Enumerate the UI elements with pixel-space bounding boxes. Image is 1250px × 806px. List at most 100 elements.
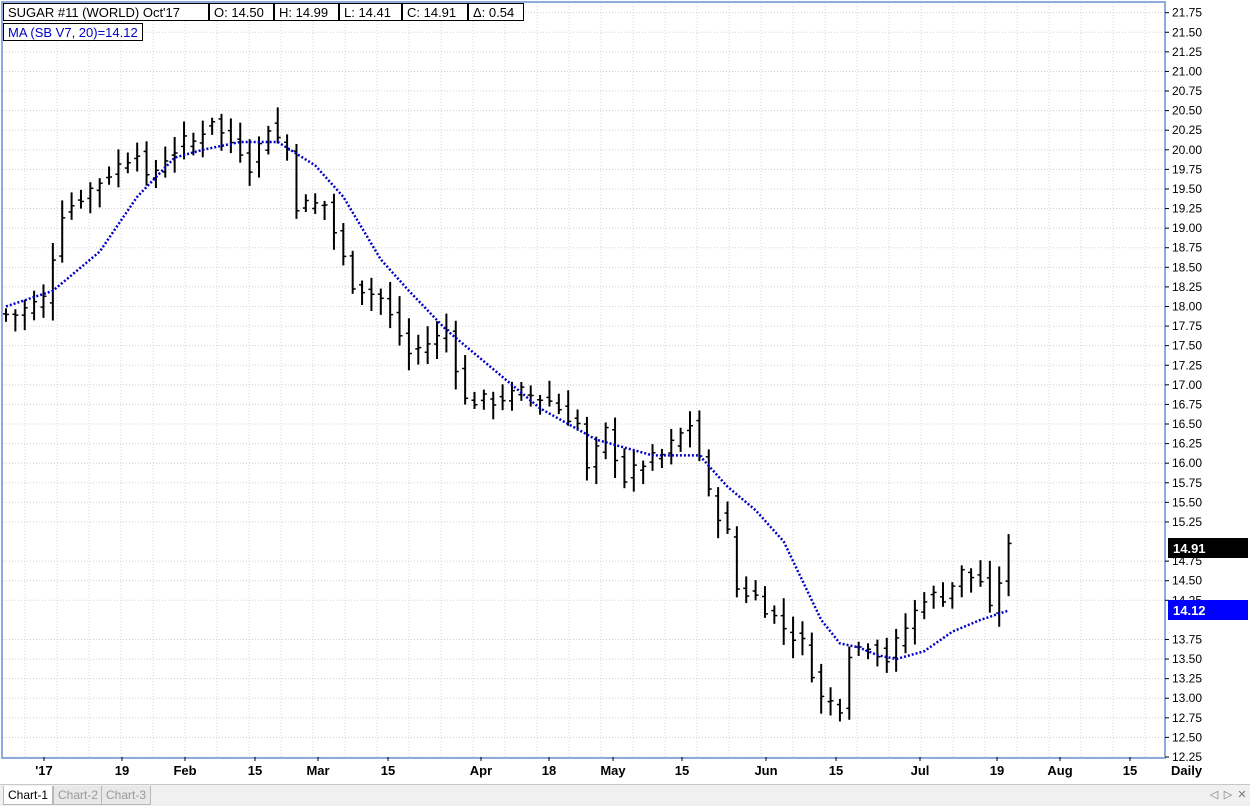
price-tick-label: 19.25 xyxy=(1172,202,1202,216)
change-box: Δ: 0.54 xyxy=(468,3,524,21)
date-tick-label: May xyxy=(600,763,626,778)
price-tick-label: 18.25 xyxy=(1172,280,1202,294)
date-tick-label: Jun xyxy=(754,763,777,778)
date-axis[interactable]: '17 19 Feb 15 Mar 15 Apr 18 May 15 Jun 15 Jul 19 Aug 15 xyxy=(35,757,1137,778)
price-bar xyxy=(49,242,56,321)
price-bar xyxy=(902,613,909,654)
moving-average-line xyxy=(5,140,1009,661)
price-bar xyxy=(733,526,740,598)
periodicity-label[interactable]: Daily xyxy=(1171,763,1203,778)
price-bar xyxy=(724,501,731,534)
price-bar xyxy=(209,117,216,135)
price-tick-label: 21.25 xyxy=(1172,45,1202,59)
tab-chart-2[interactable]: Chart-2 xyxy=(53,786,104,805)
high-box: H: 14.99 xyxy=(274,3,339,21)
price-chart[interactable]: 21.75 21.50 21.25 21.00 20.75 20.50 20.25 20.00… xyxy=(0,0,1250,806)
price-bar xyxy=(246,139,253,186)
price-tick-label: 15.50 xyxy=(1172,495,1202,509)
tab-chart-3[interactable]: Chart-3 xyxy=(101,786,152,805)
price-bar xyxy=(199,120,206,158)
price-bar xyxy=(330,193,337,250)
price-tick-label: 19.00 xyxy=(1172,221,1202,235)
price-axis[interactable]: 21.75 21.50 21.25 21.00 20.75 20.50 20.25 20.00… xyxy=(1165,6,1202,764)
close-icon[interactable]: ✕ xyxy=(1236,787,1248,803)
price-bar xyxy=(443,313,450,353)
price-bar xyxy=(977,560,984,587)
price-bar xyxy=(565,390,572,426)
price-bar xyxy=(162,146,169,178)
price-bar xyxy=(340,223,347,266)
price-bar xyxy=(986,560,993,613)
price-bar xyxy=(799,621,806,656)
price-bar xyxy=(96,178,103,208)
date-tick-label: Apr xyxy=(470,763,492,778)
price-tick-label: 18.75 xyxy=(1172,241,1202,255)
price-bar xyxy=(274,107,281,144)
price-tick-label: 13.00 xyxy=(1172,691,1202,705)
price-bar xyxy=(930,585,937,609)
price-bar xyxy=(87,182,94,214)
price-tick-label: 16.75 xyxy=(1172,397,1202,411)
price-bar xyxy=(480,389,487,410)
price-bar xyxy=(940,582,946,607)
price-bar xyxy=(12,309,19,332)
price-tick-label: 19.50 xyxy=(1172,182,1202,196)
price-bar xyxy=(3,308,9,322)
tab-chart-1[interactable]: Chart-1 xyxy=(3,786,54,805)
price-bar xyxy=(359,280,366,306)
price-bar xyxy=(59,200,66,263)
price-bar xyxy=(321,200,328,221)
plot-frame xyxy=(1,1,1166,759)
price-bar xyxy=(630,450,637,492)
price-bar xyxy=(790,616,797,659)
last-price-label: 14.91 xyxy=(1173,541,1206,556)
ma-price-label: 14.12 xyxy=(1173,603,1206,618)
price-bar xyxy=(452,320,459,390)
price-tick-label: 17.50 xyxy=(1172,339,1202,353)
date-tick-label: Aug xyxy=(1047,763,1072,778)
price-bar xyxy=(77,189,84,209)
grid xyxy=(3,3,1164,758)
price-bar xyxy=(134,142,141,172)
price-bar xyxy=(658,448,665,469)
price-bar xyxy=(771,605,778,624)
price-tick-label: 15.75 xyxy=(1172,476,1202,490)
price-bar xyxy=(893,628,900,672)
chart-tab-bar: Chart-1 Chart-2 Chart-3 ◁ ▷ ✕ xyxy=(0,784,1250,806)
price-tick-label: 17.75 xyxy=(1172,319,1202,333)
date-tick-label: 19 xyxy=(115,763,129,778)
price-tick-label: 12.25 xyxy=(1172,750,1202,764)
price-bar xyxy=(396,296,403,346)
price-tick-label: 12.75 xyxy=(1172,711,1202,725)
price-bar xyxy=(846,646,853,720)
price-tick-label: 18.00 xyxy=(1172,299,1202,313)
price-tick-label: 21.00 xyxy=(1172,64,1202,78)
scroll-right-icon[interactable]: ▷ xyxy=(1222,787,1234,803)
price-bar xyxy=(761,586,768,618)
price-tick-label: 20.00 xyxy=(1172,143,1202,157)
date-tick-label: 15 xyxy=(829,763,843,778)
price-bar xyxy=(377,288,384,315)
price-bar xyxy=(434,321,441,360)
price-bar xyxy=(555,393,562,415)
price-tick-label: 12.50 xyxy=(1172,730,1202,744)
price-bar xyxy=(415,334,422,365)
price-tick-label: 13.25 xyxy=(1172,672,1202,686)
price-tick-label: 21.75 xyxy=(1172,6,1202,20)
close-box: C: 14.91 xyxy=(402,3,468,21)
ma-legend: MA (SB V7, 20)=14.12 xyxy=(3,23,143,41)
price-bar xyxy=(818,663,825,714)
scroll-left-icon[interactable]: ◁ xyxy=(1208,787,1220,803)
date-tick-label: '17 xyxy=(35,763,53,778)
price-bars xyxy=(3,107,1012,722)
price-bar xyxy=(649,444,656,471)
price-tick-label: 18.50 xyxy=(1172,260,1202,274)
price-bar xyxy=(677,427,684,452)
price-tick-label: 21.50 xyxy=(1172,25,1202,39)
price-bar xyxy=(827,687,834,716)
price-bar xyxy=(68,192,75,220)
price-bar xyxy=(808,632,815,683)
price-bar xyxy=(40,284,47,318)
date-tick-label: 18 xyxy=(542,763,556,778)
price-tick-label: 15.25 xyxy=(1172,515,1202,529)
